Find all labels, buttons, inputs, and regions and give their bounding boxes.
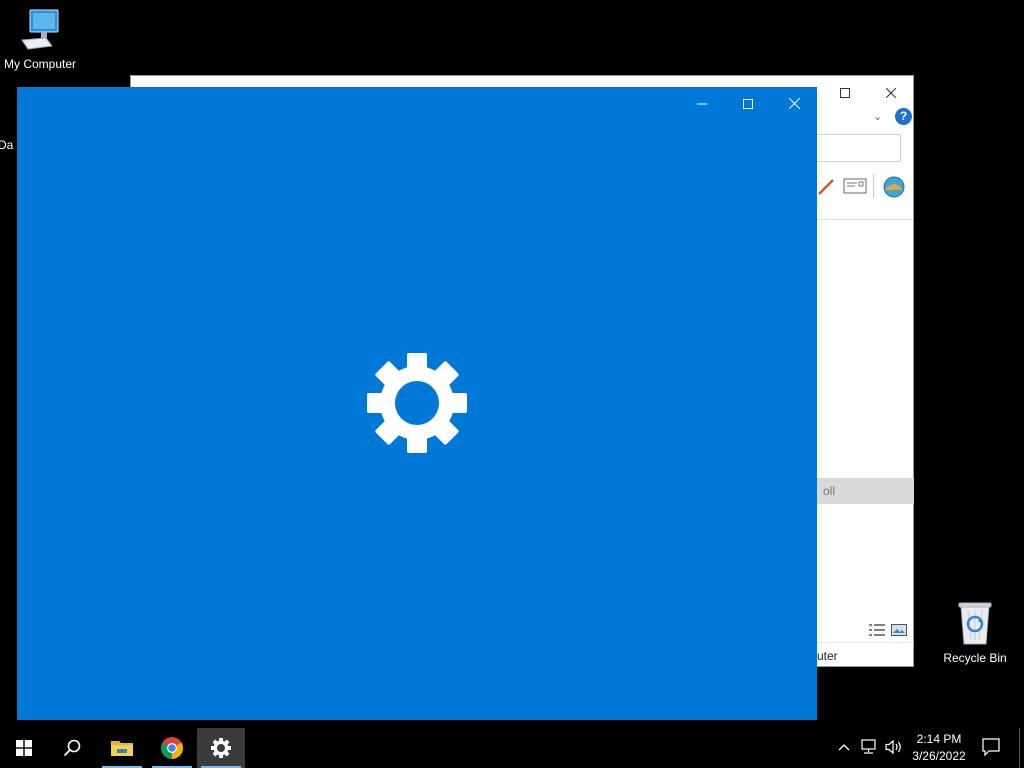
explorer-status-bar: uter (817, 642, 914, 667)
start-button[interactable] (0, 728, 48, 768)
explorer-divider (817, 219, 913, 220)
settings-maximize-button[interactable] (725, 89, 771, 121)
close-icon (788, 97, 800, 110)
volume-icon[interactable] (885, 739, 903, 760)
settings-app-window[interactable] (17, 87, 817, 720)
pencil-icon[interactable] (817, 176, 837, 196)
status-text: uter (817, 649, 838, 663)
computer-icon (21, 9, 59, 50)
action-center-icon[interactable] (982, 738, 1000, 761)
taskbar: 2:14 PM 3/26/2022 (0, 728, 1024, 768)
network-icon[interactable] (861, 739, 879, 760)
taskbar-settings[interactable] (197, 728, 245, 768)
minimize-icon (697, 103, 707, 105)
recycle-bin-icon (958, 602, 992, 645)
explorer-maximize-button[interactable] (823, 80, 867, 106)
recycle-bin-desktop-icon[interactable]: Recycle Bin (935, 600, 1015, 665)
explorer-close-button[interactable] (869, 80, 913, 106)
search-button[interactable] (48, 728, 96, 768)
desktop-icon-partial[interactable]: Da (0, 138, 18, 152)
partial-icon-label: Da (0, 138, 14, 152)
windows-logo-icon (16, 740, 32, 756)
ribbon-expand-chevron-icon[interactable]: ⌄ (873, 110, 882, 123)
my-computer-label: My Computer (3, 57, 77, 71)
recycle-bin-label: Recycle Bin (943, 651, 1007, 665)
globe-shell-icon[interactable] (881, 174, 907, 198)
group-header-text: oll (823, 484, 836, 498)
chrome-icon (161, 737, 183, 759)
show-desktop-button[interactable] (1019, 728, 1020, 768)
view-toggle (869, 624, 909, 638)
clock-date: 3/26/2022 (912, 749, 966, 763)
my-computer-desktop-icon[interactable]: My Computer (0, 8, 80, 71)
folder-icon (111, 741, 133, 756)
settings-minimize-button[interactable] (679, 89, 725, 121)
toolbar-separator (873, 174, 874, 198)
close-icon (885, 87, 897, 99)
maximize-icon (743, 99, 753, 109)
gear-icon (367, 353, 467, 453)
explorer-group-header[interactable]: oll (817, 478, 914, 504)
details-view-icon[interactable] (869, 624, 885, 636)
taskbar-chrome[interactable] (148, 728, 196, 768)
explorer-toolbar (817, 174, 913, 198)
explorer-search-field[interactable] (817, 134, 901, 162)
taskbar-clock[interactable]: 2:14 PM 3/26/2022 (906, 731, 972, 765)
thumbnail-view-icon[interactable] (891, 624, 907, 636)
show-hidden-icons-chevron-icon[interactable] (838, 738, 850, 754)
help-icon[interactable]: ? (895, 108, 912, 125)
taskbar-file-explorer[interactable] (98, 728, 146, 768)
desktop: My Computer Da Recycle Bin ⌄ ? oll uter … (0, 0, 1024, 768)
clock-time: 2:14 PM (916, 732, 962, 746)
search-icon (63, 739, 81, 757)
settings-close-button[interactable] (771, 89, 817, 121)
maximize-icon (840, 88, 850, 98)
envelope-icon[interactable] (843, 178, 867, 194)
gear-icon (211, 738, 231, 758)
